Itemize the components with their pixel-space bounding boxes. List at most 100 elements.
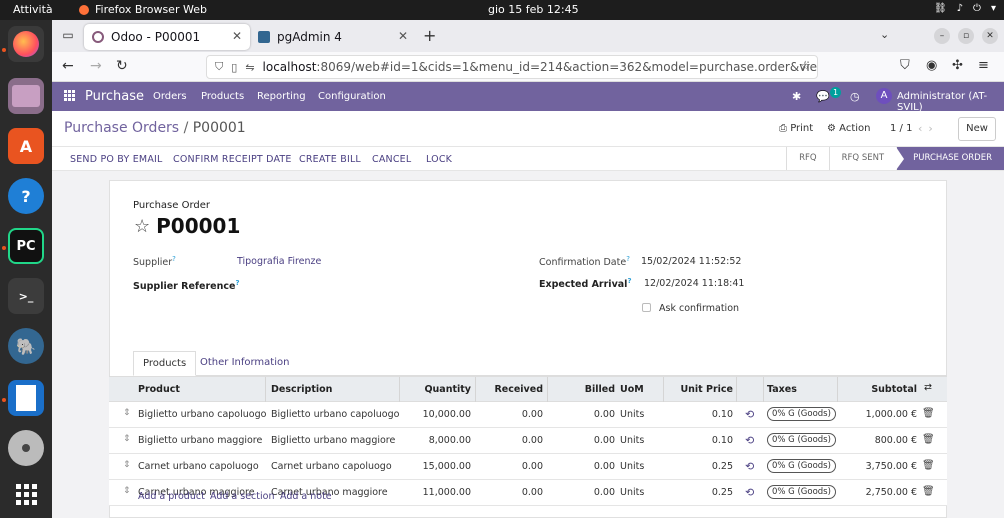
col-taxes[interactable]: Taxes (767, 384, 797, 395)
chevron-left-icon[interactable]: ‹ (918, 122, 928, 135)
cell-description[interactable]: Biglietto urbano capoluogo (271, 409, 399, 420)
add-note-link[interactable]: Add a note (280, 491, 332, 502)
user-menu[interactable]: Administrator (AT-SVIL) (897, 91, 1004, 113)
tab-other-information[interactable]: Other Information (191, 351, 298, 376)
dock-writer[interactable] (8, 380, 44, 416)
stage-rfq[interactable]: RFQ (786, 147, 829, 170)
menu-configuration[interactable]: Configuration (318, 91, 386, 102)
menu-icon[interactable]: ≡ (978, 58, 989, 73)
table-row[interactable]: ⇕ Carnet urbano capoluogo Carnet urbano … (109, 454, 947, 480)
clock[interactable]: gio 15 feb 12:45 (488, 3, 579, 16)
cell-received[interactable]: 0.00 (475, 487, 543, 498)
close-icon[interactable]: ✕ (398, 29, 408, 43)
star-icon[interactable]: ☆ (134, 216, 150, 237)
tax-badge[interactable]: 0% G (Goods) (767, 433, 836, 447)
send-po-email-button[interactable]: SEND PO BY EMAIL (70, 154, 163, 165)
tab-products[interactable]: Products (133, 351, 197, 376)
print-button[interactable]: ⎙ Print (779, 123, 813, 134)
table-row[interactable]: ⇕ Biglietto urbano maggiore Biglietto ur… (109, 428, 947, 454)
extensions-icon[interactable]: ✣ (952, 58, 963, 73)
add-product-link[interactable]: Add a product (138, 491, 205, 502)
trash-icon[interactable]: 🗑 (922, 408, 935, 419)
app-menu-icon[interactable] (64, 90, 75, 101)
tab-overview-icon[interactable]: ▭ (60, 28, 76, 44)
cell-product[interactable]: Biglietto urbano maggiore (138, 435, 262, 446)
dock-files[interactable] (8, 78, 44, 114)
col-subtotal[interactable]: Subtotal (837, 384, 917, 395)
cancel-button[interactable]: CANCEL (372, 154, 411, 165)
drag-handle-icon[interactable]: ⇕ (123, 486, 131, 496)
dock-pgadmin[interactable]: 🐘 (8, 328, 44, 364)
tab-pgadmin[interactable]: pgAdmin 4 ✕ (250, 24, 416, 50)
pager-value[interactable]: 1 / 1 (890, 123, 912, 134)
chevron-right-icon[interactable]: › (928, 122, 938, 135)
cell-description[interactable]: Biglietto urbano maggiore (271, 435, 395, 446)
cell-product[interactable]: Biglietto urbano capoluogo (138, 409, 266, 420)
history-icon[interactable]: ⟲ (745, 434, 754, 447)
cell-received[interactable]: 0.00 (475, 461, 543, 472)
dock-help[interactable]: ? (8, 178, 44, 214)
cell-quantity[interactable]: 15,000.00 (399, 461, 471, 472)
avatar[interactable]: A (876, 88, 892, 104)
account-icon[interactable]: ◉ (926, 58, 937, 73)
cell-received[interactable]: 0.00 (475, 435, 543, 446)
optional-columns-icon[interactable]: ⇄ (924, 382, 932, 393)
add-section-link[interactable]: Add a section (210, 491, 274, 502)
app-brand[interactable]: Purchase (85, 89, 144, 104)
tax-badge[interactable]: 0% G (Goods) (767, 459, 836, 473)
drag-handle-icon[interactable]: ⇕ (123, 408, 131, 418)
action-button[interactable]: ⚙ Action (827, 123, 870, 134)
close-icon[interactable]: ✕ (232, 29, 242, 43)
col-quantity[interactable]: Quantity (399, 384, 471, 395)
dock-app-grid[interactable] (8, 476, 44, 512)
dock-disc[interactable] (8, 430, 44, 466)
dock-software[interactable]: A (8, 128, 44, 164)
breadcrumb-parent[interactable]: Purchase Orders (64, 120, 179, 136)
trash-icon[interactable]: 🗑 (922, 434, 935, 445)
bookmark-star-icon[interactable]: ☆ (799, 59, 811, 74)
create-bill-button[interactable]: CREATE BILL (299, 154, 361, 165)
system-tray[interactable]: ⛓ ♪ ⏻ ▾ (934, 3, 996, 14)
col-received[interactable]: Received (475, 384, 543, 395)
cell-unit-price[interactable]: 0.25 (663, 461, 733, 472)
history-icon[interactable]: ⟲ (745, 486, 754, 499)
cell-uom[interactable]: Units (620, 409, 644, 420)
supplier-reference-field[interactable] (237, 279, 437, 292)
trash-icon[interactable]: 🗑 (922, 460, 935, 471)
cell-uom[interactable]: Units (620, 487, 644, 498)
chevron-down-icon[interactable]: ⌄ (880, 28, 889, 41)
menu-products[interactable]: Products (201, 91, 244, 102)
drag-handle-icon[interactable]: ⇕ (123, 434, 131, 444)
cell-uom[interactable]: Units (620, 461, 644, 472)
cell-received[interactable]: 0.00 (475, 409, 543, 420)
chat-icon[interactable]: 💬 (816, 90, 830, 103)
cell-unit-price[interactable]: 0.10 (663, 435, 733, 446)
close-window-icon[interactable]: ✕ (982, 28, 998, 44)
col-product[interactable]: Product (138, 384, 180, 395)
history-icon[interactable]: ⟲ (745, 408, 754, 421)
supplier-field[interactable]: Tipografia Firenze (237, 256, 321, 267)
lock-button[interactable]: LOCK (426, 154, 452, 165)
menu-orders[interactable]: Orders (153, 91, 187, 102)
tab-odoo[interactable]: Odoo - P00001 ✕ (84, 24, 250, 50)
active-app-menu[interactable]: Firefox Browser Web (79, 3, 207, 16)
dock-pycharm[interactable]: PC (8, 228, 44, 264)
stage-purchase-order[interactable]: PURCHASE ORDER (896, 147, 1004, 170)
maximize-icon[interactable]: ▫ (958, 28, 974, 44)
col-description[interactable]: Description (271, 384, 332, 395)
col-uom[interactable]: UoM (620, 384, 644, 395)
menu-reporting[interactable]: Reporting (257, 91, 306, 102)
cell-unit-price[interactable]: 0.10 (663, 409, 733, 420)
url-bar[interactable]: ⛉ ▯ ⇋ localhost :8069/web#id=1&cids=1&me… (206, 55, 818, 79)
activity-clock-icon[interactable]: ◷ (850, 90, 860, 103)
tax-badge[interactable]: 0% G (Goods) (767, 407, 836, 421)
ask-confirmation-checkbox[interactable] (642, 303, 651, 312)
confirm-receipt-date-button[interactable]: CONFIRM RECEIPT DATE (173, 154, 292, 165)
cell-quantity[interactable]: 10,000.00 (399, 409, 471, 420)
forward-icon[interactable]: → (90, 58, 102, 74)
table-row[interactable]: ⇕ Biglietto urbano capoluogo Biglietto u… (109, 402, 947, 428)
back-icon[interactable]: ← (62, 58, 74, 74)
stage-rfq-sent[interactable]: RFQ SENT (828, 147, 897, 170)
dock-terminal[interactable]: >_ (8, 278, 44, 314)
history-icon[interactable]: ⟲ (745, 460, 754, 473)
